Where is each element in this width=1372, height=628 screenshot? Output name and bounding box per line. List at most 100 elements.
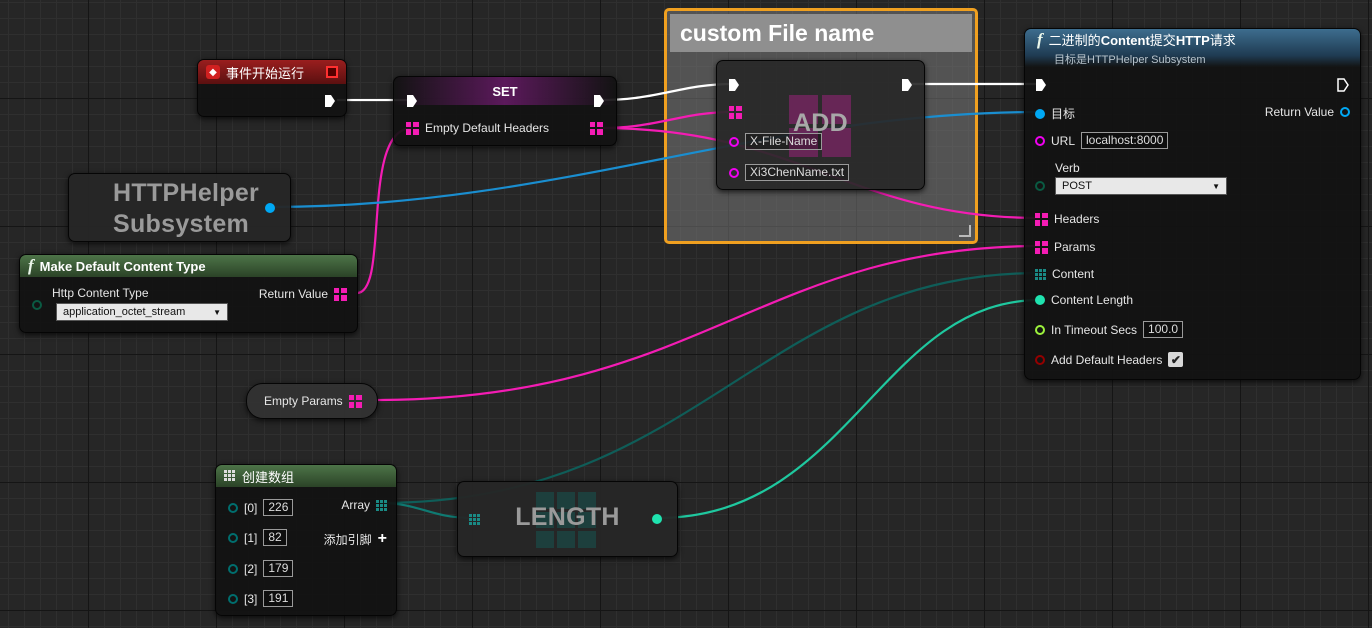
make-array-title: 创建数组	[242, 469, 295, 485]
subsystem-title: HTTPHelper Subsystem	[113, 178, 259, 240]
function-icon: f	[28, 256, 34, 275]
map-return-pin[interactable]	[334, 287, 347, 301]
set-exec-out-pin[interactable]	[593, 94, 605, 108]
set-exec-in-pin[interactable]	[406, 94, 418, 108]
event-begin-play-node[interactable]: ◆ 事件开始运行	[197, 59, 347, 117]
int-length-out-pin[interactable]	[652, 514, 662, 524]
byte-item-pin[interactable]	[228, 502, 238, 513]
array-item-row: [3] 191	[228, 590, 294, 607]
http-params-row: Params	[1035, 240, 1095, 254]
add-key-input[interactable]: X-File-Name	[745, 133, 823, 150]
object-return-pin[interactable]	[1340, 107, 1350, 117]
http-node-header: f 二进制的Content提交HTTP请求 目标是HTTPHelper Subs…	[1025, 29, 1360, 67]
add-exec-out-pin[interactable]	[901, 78, 913, 92]
add-pin-button[interactable]: 添加引脚 +	[324, 530, 387, 548]
add-exec-in-pin[interactable]	[728, 78, 740, 92]
array-item-value[interactable]: 226	[263, 499, 294, 516]
http-subtitle: 目标是HTTPHelper Subsystem	[1054, 53, 1206, 66]
add-default-headers-label: Add Default Headers	[1051, 352, 1163, 367]
httphelper-subsystem-node[interactable]: HTTPHelper Subsystem	[68, 173, 291, 242]
map-params-pin[interactable]	[1035, 240, 1048, 254]
add-value-input[interactable]: Xi3ChenName.txt	[745, 164, 850, 181]
comment-resize-handle[interactable]	[959, 225, 971, 237]
http-exec-in-pin[interactable]	[1035, 78, 1047, 92]
function-icon: f	[1037, 29, 1043, 49]
chevron-down-icon: ▼	[213, 307, 221, 317]
http-title: 二进制的Content提交HTTP请求	[1048, 33, 1236, 48]
plus-icon: +	[377, 530, 387, 547]
wire-length-to-content-length	[656, 298, 1041, 520]
length-title: LENGTH	[515, 503, 620, 531]
byte-array-content-pin[interactable]	[1035, 268, 1046, 280]
array-item-row: [2] 179	[228, 560, 294, 577]
array-item-value[interactable]: 82	[263, 529, 287, 546]
http-add-default-headers-row: Add Default Headers ✔	[1035, 352, 1184, 367]
event-delegate-pin[interactable]	[326, 66, 338, 78]
byte-array-out-pin[interactable]	[376, 499, 387, 511]
byte-item-pin[interactable]	[228, 532, 238, 543]
int-content-length-pin[interactable]	[1035, 295, 1045, 305]
return-value-label: Return Value	[1264, 105, 1334, 119]
byte-array-in-pin[interactable]	[469, 514, 480, 525]
http-return-row: Return Value	[1265, 105, 1350, 119]
byte-item-pin[interactable]	[228, 563, 238, 574]
map-params-out-pin[interactable]	[348, 394, 362, 408]
headers-label: Headers	[1054, 212, 1100, 226]
http-verb-row: Verb POST ▼	[1035, 161, 1227, 195]
array-index-label: [1]	[244, 530, 258, 545]
array-index-label: [3]	[244, 591, 258, 606]
empty-params-variable-node[interactable]: Empty Params	[246, 383, 378, 419]
array-grid-icon	[224, 470, 235, 481]
object-subsystem-out-pin[interactable]	[265, 203, 275, 213]
array-length-node[interactable]: LENGTH	[457, 481, 678, 557]
set-var-label: Empty Default Headers	[425, 121, 550, 135]
map-in-pin[interactable]	[406, 121, 419, 135]
content-length-label: Content Length	[1051, 293, 1134, 307]
verb-dropdown[interactable]: POST ▼	[1055, 177, 1227, 195]
event-exec-out-pin[interactable]	[324, 94, 336, 108]
http-timeout-row: In Timeout Secs 100.0	[1035, 321, 1184, 338]
timeout-input[interactable]: 100.0	[1143, 321, 1184, 338]
http-target-row: 目标	[1035, 105, 1075, 122]
verb-label: Verb	[1055, 161, 1080, 175]
content-type-value: application_octet_stream	[63, 306, 186, 318]
map-add-node[interactable]: ADD X-File-Name Xi3ChenName.txt	[716, 60, 925, 190]
byte-item-pin[interactable]	[228, 593, 238, 604]
http-content-row: Content	[1035, 267, 1094, 281]
enum-content-type-pin[interactable]	[32, 300, 42, 310]
string-url-pin[interactable]	[1035, 135, 1045, 146]
add-default-headers-checkbox[interactable]: ✔	[1168, 352, 1184, 367]
make-array-header: 创建数组	[216, 465, 396, 487]
http-content-type-label-row: Http Content Type	[52, 286, 149, 300]
map-headers-pin[interactable]	[1035, 212, 1048, 226]
array-out-row: Array	[341, 498, 387, 512]
event-icon: ◆	[206, 65, 220, 79]
verb-value: POST	[1062, 180, 1092, 192]
http-content-length-row: Content Length	[1035, 293, 1133, 307]
enum-verb-pin[interactable]	[1035, 181, 1045, 191]
url-input[interactable]: localhost:8000	[1081, 132, 1169, 149]
array-index-label: [2]	[244, 561, 258, 576]
array-item-value[interactable]: 179	[263, 560, 294, 577]
set-map-out-pin[interactable]	[590, 122, 603, 135]
comment-title-bar[interactable]: custom File name	[670, 14, 972, 52]
event-node-header: ◆ 事件开始运行	[198, 60, 346, 84]
float-timeout-pin[interactable]	[1035, 324, 1045, 335]
add-map-in-pin[interactable]	[729, 106, 742, 119]
make-content-header: f Make Default Content Type	[20, 255, 357, 277]
set-node[interactable]: SET Empty Default Headers	[393, 76, 617, 146]
chevron-down-icon: ▼	[1212, 181, 1220, 191]
string-value-pin[interactable]	[729, 167, 739, 178]
content-type-dropdown[interactable]: application_octet_stream ▼	[56, 303, 228, 321]
string-key-pin[interactable]	[729, 136, 739, 147]
subsystem-title-line2: Subsystem	[113, 210, 250, 238]
make-default-content-type-node[interactable]: f Make Default Content Type Http Content…	[19, 254, 358, 333]
http-post-function-node[interactable]: f 二进制的Content提交HTTP请求 目标是HTTPHelper Subs…	[1024, 28, 1361, 380]
bool-add-default-headers-pin[interactable]	[1035, 354, 1045, 365]
http-exec-out-pin[interactable]	[1337, 78, 1349, 92]
array-item-value[interactable]: 191	[263, 590, 294, 607]
make-array-node[interactable]: 创建数组 [0] 226 [1] 82 [2] 179 [3] 191 Arra…	[215, 464, 397, 616]
event-title: 事件开始运行	[226, 65, 305, 81]
object-target-pin[interactable]	[1035, 108, 1045, 119]
subsystem-title-line1: HTTPHelper	[113, 179, 260, 207]
